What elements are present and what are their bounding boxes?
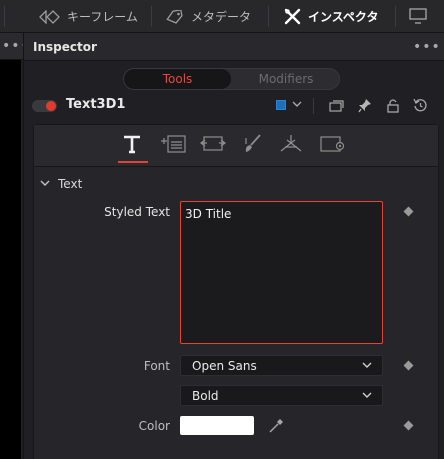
tab-tools[interactable]: Tools — [124, 69, 231, 89]
toolbar-separator — [4, 6, 5, 27]
node-name: Text3D1 — [66, 97, 126, 112]
lighting-icon[interactable] — [279, 134, 303, 154]
brush-icon[interactable] — [243, 134, 263, 154]
font-style-dropdown[interactable]: Bold — [180, 385, 383, 406]
toolbar-separator — [151, 6, 152, 27]
font-dropdown[interactable]: Open Sans — [180, 355, 383, 376]
color-label: Color — [138, 419, 170, 433]
viewer-panel-header: ••• — [0, 33, 29, 60]
inspector-title: Inspector — [33, 40, 97, 54]
inspector-tab[interactable]: インスペクタ — [284, 0, 378, 33]
node-color-chip[interactable] — [276, 100, 286, 110]
inspector-header: Inspector ••• — [24, 33, 444, 61]
keyframes-tab[interactable]: キーフレーム — [39, 0, 138, 33]
versions-icon[interactable] — [329, 99, 344, 112]
keyframes-label: キーフレーム — [67, 10, 138, 24]
top-toolbar: キーフレーム メタデータ インスペクタ — [0, 0, 444, 33]
metadata-tab[interactable]: メタデータ — [166, 0, 251, 33]
section-title-text[interactable]: Text — [58, 177, 82, 191]
keyframes-icon — [39, 9, 61, 24]
font-style-value: Bold — [192, 389, 219, 403]
toolbar-separator — [268, 6, 269, 27]
tab-modifiers[interactable]: Modifiers — [232, 69, 339, 89]
metadata-label: メタデータ — [191, 10, 252, 24]
lock-icon[interactable] — [387, 98, 399, 113]
row-separator — [313, 98, 314, 114]
color-swatch[interactable] — [180, 416, 254, 435]
font-label: Font — [143, 359, 170, 373]
node-enable-toggle[interactable] — [32, 100, 57, 112]
tag-icon — [166, 9, 184, 24]
chevron-down-icon — [362, 392, 372, 399]
styled-text-value: 3D Title — [185, 207, 232, 221]
chevron-down-icon[interactable] — [292, 101, 302, 108]
styled-text-label: Styled Text — [104, 205, 170, 219]
more-options-icon[interactable]: ••• — [413, 40, 441, 54]
toggle-knob — [46, 101, 56, 111]
active-tab-indicator — [118, 161, 148, 163]
inspector-tab-label: インスペクタ — [308, 10, 379, 24]
toolbar-separator — [395, 6, 396, 27]
pin-icon[interactable] — [358, 98, 372, 113]
viewer-canvas[interactable] — [0, 60, 21, 459]
tool-tab-bar — [34, 125, 438, 167]
reset-icon[interactable] — [413, 98, 428, 113]
settings-icon[interactable] — [320, 136, 346, 153]
font-value: Open Sans — [192, 359, 257, 373]
eyedropper-icon[interactable] — [268, 418, 284, 434]
monitor-icon[interactable] — [409, 8, 427, 25]
wrench-screwdriver-icon — [284, 8, 301, 25]
layout-icon[interactable] — [160, 135, 186, 153]
chevron-down-icon — [362, 362, 372, 369]
tools-modifiers-switch: Tools Modifiers — [123, 68, 340, 90]
text-icon[interactable] — [122, 134, 142, 154]
transform-icon[interactable] — [200, 135, 226, 153]
chevron-down-icon[interactable] — [40, 180, 50, 187]
styled-text-input[interactable]: 3D Title — [180, 201, 383, 344]
